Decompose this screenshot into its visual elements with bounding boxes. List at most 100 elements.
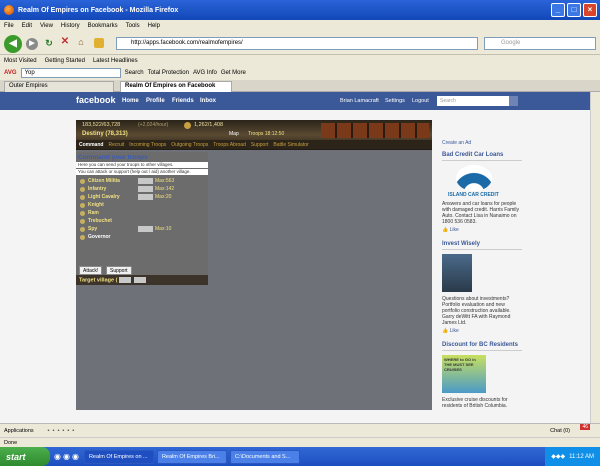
bookmark-icon[interactable]: [94, 38, 104, 48]
island-car-credit-logo[interactable]: [456, 165, 492, 191]
tab-bar: Outer Empires Realm Of Empires on Facebo…: [0, 80, 600, 92]
troop-row-governor: Governor: [76, 233, 208, 241]
fb-user-name[interactable]: Brian Lamacraft: [340, 98, 379, 104]
fb-logout-link[interactable]: Logout: [412, 98, 429, 104]
food-amount: 1,262/1,408: [194, 122, 224, 128]
back-button[interactable]: ◀: [4, 35, 22, 53]
maximize-button[interactable]: □: [567, 3, 581, 17]
tray-icons[interactable]: ◆◆◆: [551, 453, 565, 460]
bookmark-getting-started[interactable]: Getting Started: [45, 58, 85, 64]
start-button[interactable]: start: [0, 447, 50, 466]
tab-incoming-troops[interactable]: Incoming Troops: [129, 142, 166, 148]
close-button[interactable]: ×: [583, 3, 597, 17]
fb-nav-friends[interactable]: Friends: [172, 98, 194, 104]
cruise-book-image[interactable]: WHERE to GO in THE MUST SEE CRUISES: [442, 355, 486, 393]
home-icon[interactable]: ⌂: [76, 37, 86, 47]
fb-nav-profile[interactable]: Profile: [146, 98, 165, 104]
tab-battle-simulator[interactable]: Battle Simulator: [273, 142, 308, 148]
troop-row-knight: Knight: [76, 201, 208, 209]
bookmarks-toolbar: Most Visited Getting Started Latest Head…: [0, 55, 600, 66]
panel-info-2: You can attack or support (help out / ai…: [76, 169, 208, 175]
bookmark-most-visited[interactable]: Most Visited: [4, 58, 37, 64]
windows-taskbar: start ◉◉◉ Realm Of Empires on ... Realm …: [0, 447, 600, 466]
avg-total-protection[interactable]: Total Protection: [148, 70, 189, 76]
avg-info-button[interactable]: AVG Info: [193, 70, 217, 76]
avg-search-button[interactable]: Search: [125, 70, 144, 76]
tab-troops-abroad[interactable]: Troops Abroad: [213, 142, 246, 148]
facebook-bottom-bar: Applications ▪▪▪▪▪▪ Chat (0) 46: [0, 423, 600, 437]
tab-recruit[interactable]: Recruit: [108, 142, 124, 148]
quick-launch-icons[interactable]: ◉◉◉: [54, 452, 81, 461]
map-link[interactable]: Map: [229, 131, 239, 137]
stop-icon[interactable]: ✕: [60, 37, 70, 47]
ad3-title[interactable]: Discount for BC Residents: [442, 342, 522, 351]
notification-badge[interactable]: 46: [580, 424, 590, 430]
spy-count-input[interactable]: [138, 226, 153, 232]
troop-row-ram: Ram: [76, 209, 208, 217]
applications-button[interactable]: Applications: [4, 428, 34, 434]
troop-row-spy: Spy Max:10: [76, 225, 208, 233]
game-menu-icons[interactable]: [321, 123, 429, 138]
search-input[interactable]: Google: [484, 37, 596, 50]
avg-get-more[interactable]: Get More: [221, 70, 246, 76]
game-tabs: Command Recruit Incoming Troops Outgoing…: [76, 140, 432, 149]
ad1-text: Answers and car loans for people with da…: [442, 201, 519, 225]
tab-command[interactable]: Command: [79, 142, 103, 148]
status-bar: Done: [0, 437, 600, 447]
governor-icon: [80, 234, 85, 240]
fb-settings-link[interactable]: Settings: [385, 98, 405, 104]
tab-support[interactable]: Support: [251, 142, 269, 148]
troop-row-trebuchet: Trebuchet: [76, 217, 208, 225]
infantry-count-input[interactable]: [138, 186, 153, 192]
task-realm-of-empires-2[interactable]: Realm Of Empires Bri...: [156, 449, 227, 464]
tab-realm-of-empires[interactable]: Realm Of Empires on Facebook: [120, 81, 232, 92]
menu-file[interactable]: File: [4, 23, 14, 29]
fb-search-input[interactable]: Search: [437, 96, 509, 106]
chat-button[interactable]: Chat (0): [550, 428, 570, 434]
militia-count-input[interactable]: [138, 178, 153, 184]
target-y-input[interactable]: [134, 277, 147, 283]
app-shortcut-icons[interactable]: ▪▪▪▪▪▪: [48, 428, 78, 434]
reload-icon[interactable]: ↻: [44, 38, 54, 48]
menu-help[interactable]: Help: [148, 23, 160, 29]
facebook-logo[interactable]: facebook: [76, 95, 116, 105]
task-realm-of-empires-1[interactable]: Realm Of Empires on ...: [83, 449, 154, 464]
forward-button[interactable]: ▶: [26, 38, 38, 50]
troop-row-light-cavalry: Light Cavalry Max:20: [76, 193, 208, 201]
task-documents[interactable]: C:\Documents and S...: [229, 449, 300, 464]
ad1-title[interactable]: Bad Credit Car Loans: [442, 152, 522, 161]
minimize-button[interactable]: _: [551, 3, 565, 17]
fb-nav-inbox[interactable]: Inbox: [200, 98, 216, 104]
cavalry-count-input[interactable]: [138, 194, 153, 200]
food-icon: [184, 122, 191, 129]
fb-nav-home[interactable]: Home: [122, 98, 139, 104]
url-bar[interactable]: http://apps.facebook.com/realmofempires/: [116, 37, 478, 50]
ad2-title[interactable]: Invest Wisely: [442, 241, 522, 250]
page-scrollbar[interactable]: [590, 92, 600, 423]
ad2-portrait-image[interactable]: [442, 254, 472, 292]
menu-edit[interactable]: Edit: [22, 23, 32, 29]
menu-view[interactable]: View: [40, 23, 53, 29]
menu-history[interactable]: History: [61, 23, 80, 29]
silver-rate: (+2,024/hour): [138, 122, 169, 128]
attack-button[interactable]: Attack!: [79, 266, 103, 275]
troops-timer[interactable]: Troops 18:12:50: [248, 131, 284, 137]
create-ad-link[interactable]: Create an Ad: [442, 140, 522, 146]
village-name[interactable]: Destiny (78,313): [82, 131, 128, 137]
target-x-input[interactable]: [118, 277, 131, 283]
menu-bar: File Edit View History Bookmarks Tools H…: [0, 20, 600, 31]
ad2-like-button[interactable]: 👍 Like: [442, 328, 522, 334]
spy-icon: [80, 226, 85, 232]
menu-bookmarks[interactable]: Bookmarks: [88, 23, 118, 29]
tab-outgoing-troops[interactable]: Outgoing Troops: [171, 142, 208, 148]
trebuchet-icon: [80, 218, 85, 224]
ad1-like-button[interactable]: 👍 Like: [442, 227, 522, 233]
avg-toolbar: AVG Yop Search Total Protection AVG Info…: [0, 66, 600, 80]
fb-search-button[interactable]: [509, 96, 518, 106]
menu-tools[interactable]: Tools: [126, 23, 140, 29]
cavalry-icon: [80, 194, 85, 200]
tab-outer-empires[interactable]: Outer Empires: [4, 81, 114, 92]
avg-search-input[interactable]: Yop: [20, 68, 121, 78]
support-button[interactable]: Support: [106, 266, 132, 275]
bookmark-latest-headlines[interactable]: Latest Headlines: [93, 58, 138, 64]
